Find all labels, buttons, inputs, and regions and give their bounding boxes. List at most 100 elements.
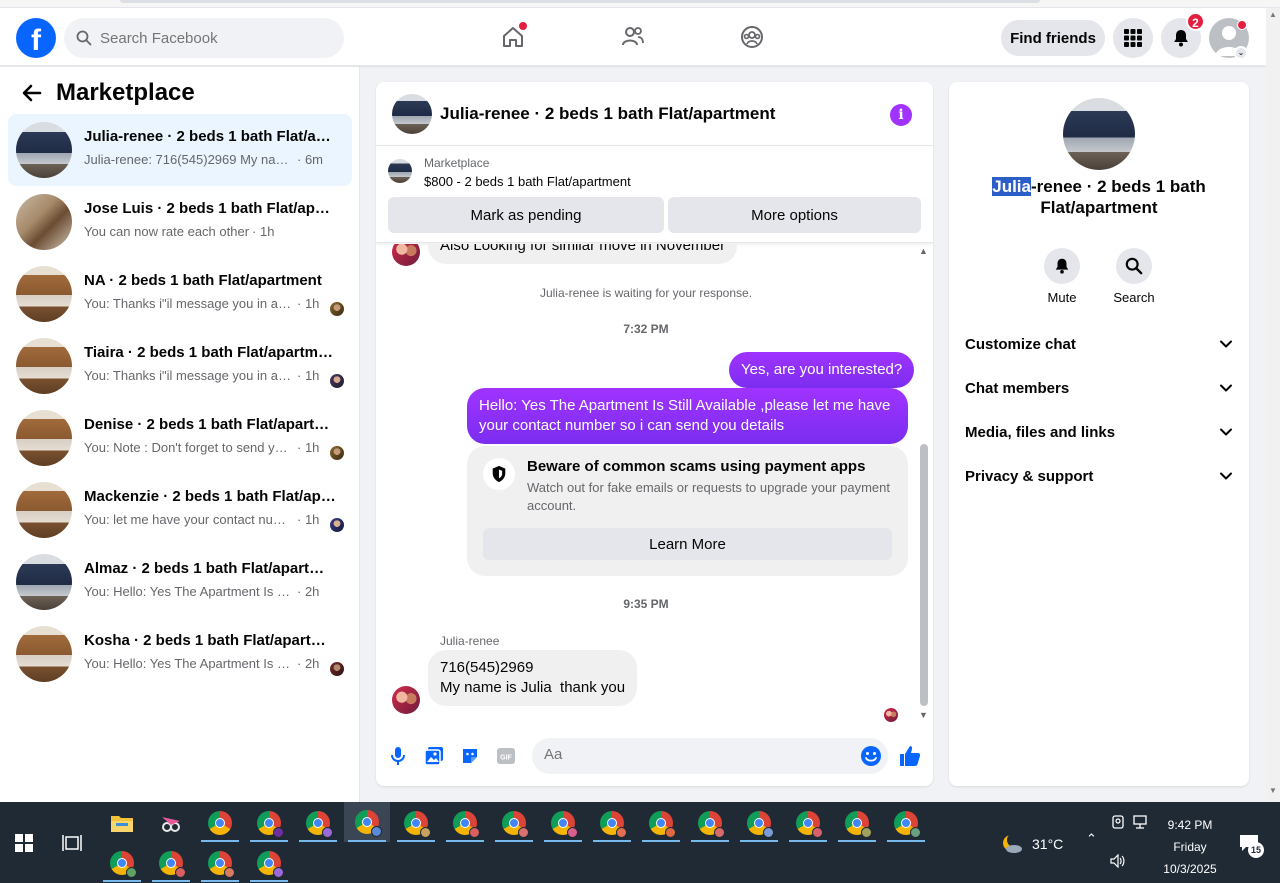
incoming-message[interactable]: 716(545)2969 My name is Julia thank you xyxy=(428,650,638,706)
weather-widget[interactable]: 31°C xyxy=(1000,832,1063,856)
chevron-down-icon[interactable]: ⌄ xyxy=(1234,46,1248,60)
meet-now-icon[interactable] xyxy=(1110,814,1126,830)
info-icon[interactable]: i xyxy=(890,104,912,126)
conversation-item[interactable]: Jose Luis · 2 beds 1 bath Flat/apartment… xyxy=(8,186,352,258)
chevron-up-icon[interactable]: ⌃ xyxy=(1086,831,1097,847)
conversation-item[interactable]: Julia-renee · 2 beds 1 bath Flat/apartme… xyxy=(8,114,352,186)
message-line: 716(545)2969 xyxy=(440,659,534,676)
listing-thumbnail xyxy=(16,266,72,322)
search-input[interactable] xyxy=(100,29,320,47)
conversation-name: Kosha · 2 beds 1 bath Flat/apartment xyxy=(84,632,336,649)
clock-day: Friday xyxy=(1173,840,1207,854)
outgoing-message[interactable]: Yes, are you interested? xyxy=(729,352,915,388)
sticker-icon[interactable] xyxy=(460,746,480,766)
find-friends-button[interactable]: Find friends xyxy=(1001,20,1105,56)
taskbar-chrome-window[interactable] xyxy=(540,804,586,842)
windows-start-icon[interactable] xyxy=(15,834,33,852)
more-options-button[interactable]: More options xyxy=(668,197,921,233)
taskbar-snipping-tool[interactable] xyxy=(148,804,194,842)
home-nav-button[interactable] xyxy=(498,22,528,52)
back-arrow-icon[interactable] xyxy=(20,81,44,105)
chat-scrollbar[interactable]: ▲ ▼ xyxy=(918,244,930,724)
taskbar-chrome-window[interactable] xyxy=(687,804,733,842)
taskbar-chrome-window[interactable] xyxy=(589,804,635,842)
conversation-item[interactable]: NA · 2 beds 1 bath Flat/apartment You: T… xyxy=(8,258,352,330)
taskbar-file-explorer[interactable] xyxy=(99,804,145,842)
message-thread: Also Looking for similar move in Novembe… xyxy=(376,244,933,724)
taskbar-chrome-window[interactable] xyxy=(491,804,537,842)
scroll-up-arrow-icon[interactable]: ▲ xyxy=(919,246,928,256)
volume-icon[interactable] xyxy=(1110,854,1126,868)
notifications-button[interactable]: 2 xyxy=(1161,12,1205,58)
microphone-icon[interactable] xyxy=(388,746,408,766)
facebook-logo-icon[interactable]: f xyxy=(16,18,56,58)
media-files-links-row[interactable]: Media, files and links xyxy=(965,421,1233,443)
taskbar-chrome-window[interactable] xyxy=(393,804,439,842)
listing-mini-thumbnail[interactable] xyxy=(388,159,412,183)
taskbar-chrome-window-active[interactable] xyxy=(344,802,390,842)
chat-scroll-thumb[interactable] xyxy=(920,444,928,706)
taskbar-chrome-window[interactable] xyxy=(785,804,831,842)
chat-title[interactable]: Julia-renee · 2 beds 1 bath Flat/apartme… xyxy=(440,104,775,124)
chat-header: Julia-renee · 2 beds 1 bath Flat/apartme… xyxy=(376,82,933,146)
bell-icon xyxy=(1055,258,1069,274)
mute-circle[interactable] xyxy=(1044,248,1080,284)
taskbar-chrome-window[interactable] xyxy=(197,804,243,842)
scroll-down-arrow-icon[interactable]: ▼ xyxy=(1269,786,1277,795)
task-view-icon[interactable] xyxy=(62,833,82,853)
read-receipt-avatar xyxy=(330,446,344,460)
emoji-icon[interactable] xyxy=(860,745,882,767)
system-clock[interactable]: 9:42 PM Friday 10/3/2025 xyxy=(1150,814,1230,880)
outgoing-message[interactable]: Hello: Yes The Apartment Is Still Availa… xyxy=(467,388,908,444)
learn-more-button[interactable]: Learn More xyxy=(483,528,892,560)
taskbar-chrome-window[interactable] xyxy=(148,844,194,882)
chat-listing-thumbnail[interactable] xyxy=(392,94,432,134)
taskbar-chrome-window[interactable] xyxy=(638,804,684,842)
photo-gallery-icon[interactable] xyxy=(424,746,444,766)
sender-avatar xyxy=(392,244,420,266)
scroll-down-arrow-icon[interactable]: ▼ xyxy=(919,710,928,720)
conversation-item[interactable]: Kosha · 2 beds 1 bath Flat/apartment You… xyxy=(8,618,352,690)
search-circle[interactable] xyxy=(1116,248,1152,284)
mute-button[interactable]: Mute xyxy=(1034,248,1090,305)
network-icon[interactable] xyxy=(1133,815,1151,829)
search-box[interactable] xyxy=(64,18,344,58)
taskbar-chrome-window[interactable] xyxy=(197,844,243,882)
conversation-name: Tiaira · 2 beds 1 bath Flat/apartment xyxy=(84,344,336,361)
conversation-item[interactable]: Almaz · 2 beds 1 bath Flat/apartment You… xyxy=(8,546,352,618)
customize-chat-row[interactable]: Customize chat xyxy=(965,333,1233,355)
taskbar-chrome-window[interactable] xyxy=(442,804,488,842)
privacy-support-row[interactable]: Privacy & support xyxy=(965,465,1233,487)
conversation-item[interactable]: Mackenzie · 2 beds 1 bath Flat/apartment… xyxy=(8,474,352,546)
sidebar-header: Marketplace xyxy=(20,79,195,107)
message-input-box[interactable] xyxy=(532,738,888,774)
taskbar-chrome-window[interactable] xyxy=(246,804,292,842)
page-scrollbar[interactable]: ▲ ▼ xyxy=(1266,8,1280,802)
chrome-icon xyxy=(208,811,232,835)
groups-nav-button[interactable] xyxy=(737,22,767,52)
gif-icon[interactable]: GIF xyxy=(496,746,516,766)
message-input[interactable] xyxy=(544,746,844,763)
chevron-down-icon xyxy=(1220,340,1232,348)
conversation-item[interactable]: Tiaira · 2 beds 1 bath Flat/apartment Yo… xyxy=(8,330,352,402)
menu-button[interactable] xyxy=(1113,18,1153,58)
taskbar-chrome-window[interactable] xyxy=(246,844,292,882)
thumbs-up-icon[interactable] xyxy=(898,744,922,768)
taskbar-chrome-window[interactable] xyxy=(883,804,929,842)
conversation-item[interactable]: Denise · 2 beds 1 bath Flat/apartment Yo… xyxy=(8,402,352,474)
chat-members-row[interactable]: Chat members xyxy=(965,377,1233,399)
mark-as-pending-button[interactable]: Mark as pending xyxy=(388,197,664,233)
taskbar-chrome-window[interactable] xyxy=(99,844,145,882)
listing-thumbnail xyxy=(16,482,72,538)
incoming-message[interactable]: Also Looking for similar move in Novembe… xyxy=(428,244,738,264)
action-center-button[interactable]: 15 xyxy=(1238,832,1264,858)
scroll-up-arrow-icon[interactable]: ▲ xyxy=(1269,10,1277,19)
taskbar-chrome-window[interactable] xyxy=(295,804,341,842)
scam-warning-card: Beware of common scams using payment app… xyxy=(467,446,908,576)
taskbar-chrome-window[interactable] xyxy=(834,804,880,842)
friends-nav-button[interactable] xyxy=(618,22,648,52)
chat-info-avatar[interactable] xyxy=(1063,98,1135,170)
taskbar-chrome-window[interactable] xyxy=(736,804,782,842)
listing-title[interactable]: $800 - 2 beds 1 bath Flat/apartment xyxy=(424,174,631,189)
search-in-conversation-button[interactable]: Search xyxy=(1106,248,1162,305)
